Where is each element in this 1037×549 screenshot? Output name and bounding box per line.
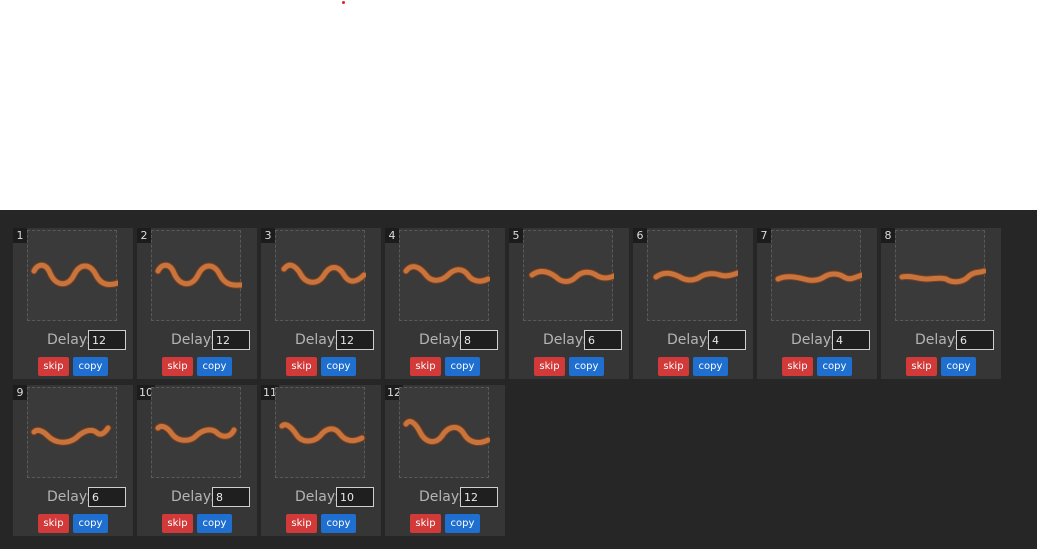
- delay-label: Delay:: [47, 332, 91, 348]
- copy-button[interactable]: copy: [693, 357, 728, 376]
- frame-number: 4: [385, 228, 399, 243]
- snake-frame-icon: [652, 269, 738, 284]
- delay-label: Delay:: [47, 489, 91, 505]
- red-dot-marker: [342, 1, 345, 4]
- frame-thumbnail: [275, 230, 366, 321]
- skip-button[interactable]: skip: [906, 357, 937, 376]
- frame-thumbnail: [399, 230, 490, 321]
- frame-thumbnail: [523, 230, 614, 321]
- frame-thumbnail: [27, 230, 118, 321]
- skip-button[interactable]: skip: [286, 357, 317, 376]
- snake-frame-icon: [154, 422, 238, 444]
- skip-button[interactable]: skip: [38, 514, 69, 533]
- frame-card[interactable]: 1 Delay: skipcopy: [13, 228, 133, 379]
- delay-label: Delay:: [543, 332, 587, 348]
- copy-button[interactable]: copy: [321, 514, 356, 533]
- snake-frame-icon: [774, 270, 862, 284]
- frame-number: 1: [13, 228, 27, 243]
- snake-frame-icon: [30, 424, 112, 446]
- delay-input[interactable]: [212, 330, 250, 350]
- delay-input[interactable]: [336, 487, 374, 507]
- snake-frame-icon: [402, 263, 490, 285]
- delay-input[interactable]: [336, 330, 374, 350]
- frame-thumbnail: [771, 230, 862, 321]
- delay-input[interactable]: [708, 330, 746, 350]
- snake-frame-icon: [402, 418, 490, 446]
- delay-input[interactable]: [956, 330, 994, 350]
- frame-thumbnail: [151, 387, 241, 478]
- skip-button[interactable]: skip: [162, 514, 193, 533]
- frame-card[interactable]: 9 Delay: skipcopy: [13, 385, 133, 536]
- skip-button[interactable]: skip: [782, 357, 813, 376]
- frame-thumbnail: [275, 387, 366, 478]
- frame-number: 6: [633, 228, 647, 243]
- snake-frame-icon: [528, 267, 614, 285]
- delay-label: Delay:: [295, 332, 339, 348]
- copy-button[interactable]: copy: [445, 514, 480, 533]
- frame-card[interactable]: 12Delay:skipcopy: [385, 385, 505, 536]
- copy-button[interactable]: copy: [817, 357, 852, 376]
- copy-button[interactable]: copy: [197, 514, 232, 533]
- frame-card[interactable]: 11Delay:skipcopy: [261, 385, 381, 536]
- snake-frame-icon: [280, 261, 366, 286]
- copy-button[interactable]: copy: [941, 357, 976, 376]
- frame-number: 3: [261, 228, 275, 243]
- frame-number: 8: [881, 228, 895, 243]
- frame-number: 2: [137, 228, 151, 243]
- skip-button[interactable]: skip: [162, 357, 193, 376]
- frame-card[interactable]: 10Delay:skipcopy: [137, 385, 257, 536]
- frame-card[interactable]: 6 Delay: skipcopy: [633, 228, 753, 379]
- delay-input[interactable]: [212, 487, 250, 507]
- delay-label: Delay:: [915, 332, 959, 348]
- snake-frame-icon: [278, 421, 366, 445]
- delay-label: Delay:: [171, 489, 215, 505]
- delay-label: Delay:: [295, 489, 339, 505]
- copy-button[interactable]: copy: [73, 514, 108, 533]
- frame-number: 7: [757, 228, 771, 243]
- skip-button[interactable]: skip: [534, 357, 565, 376]
- snake-frame-icon: [154, 261, 242, 289]
- frame-thumbnail: [27, 387, 117, 478]
- frame-card[interactable]: 2 Delay: skipcopy: [137, 228, 257, 379]
- copy-button[interactable]: copy: [569, 357, 604, 376]
- frame-number: 5: [509, 228, 523, 243]
- copy-button[interactable]: copy: [321, 357, 356, 376]
- copy-button[interactable]: copy: [445, 357, 480, 376]
- delay-label: Delay:: [791, 332, 835, 348]
- frame-thumbnail: [151, 230, 242, 321]
- frame-thumbnail: [647, 230, 738, 321]
- delay-label: Delay:: [171, 332, 215, 348]
- skip-button[interactable]: skip: [38, 357, 69, 376]
- copy-button[interactable]: copy: [73, 357, 108, 376]
- delay-input[interactable]: [584, 330, 622, 350]
- skip-button[interactable]: skip: [658, 357, 689, 376]
- copy-button[interactable]: copy: [197, 357, 232, 376]
- frame-thumbnail: [895, 230, 986, 321]
- frame-card[interactable]: 4 Delay: skipcopy: [385, 228, 505, 379]
- delay-input[interactable]: [88, 487, 126, 507]
- frame-thumbnail: [399, 387, 490, 478]
- delay-label: Delay:: [419, 332, 463, 348]
- snake-frame-icon: [898, 267, 986, 286]
- delay-input[interactable]: [460, 330, 498, 350]
- delay-label: Delay:: [667, 332, 711, 348]
- delay-input[interactable]: [460, 487, 498, 507]
- frame-card[interactable]: 7 Delay: skipcopy: [757, 228, 877, 379]
- frames-panel: 1Delay:skipcopy2Delay:skipcopy3Delay:ski…: [0, 210, 1037, 549]
- delay-input[interactable]: [88, 330, 126, 350]
- snake-frame-icon: [30, 261, 118, 289]
- delay-label: Delay:: [419, 489, 463, 505]
- skip-button[interactable]: skip: [410, 514, 441, 533]
- frame-number: 9: [13, 385, 27, 400]
- frame-card[interactable]: 8 Delay: skipcopy: [881, 228, 1001, 379]
- frame-card[interactable]: 5 Delay: skipcopy: [509, 228, 629, 379]
- frame-card[interactable]: 3 Delay: skipcopy: [261, 228, 381, 379]
- skip-button[interactable]: skip: [410, 357, 441, 376]
- skip-button[interactable]: skip: [286, 514, 317, 533]
- delay-input[interactable]: [832, 330, 870, 350]
